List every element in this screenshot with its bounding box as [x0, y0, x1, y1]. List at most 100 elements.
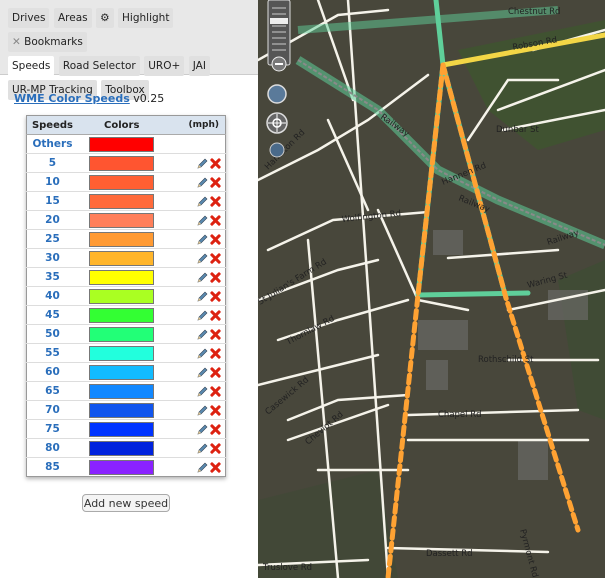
tab-bookmarks[interactable]: ✕ Bookmarks: [8, 32, 87, 52]
bookmarks-icon: ✕: [12, 36, 21, 48]
tab-drives[interactable]: Drives: [8, 8, 50, 28]
add-new-speed-button[interactable]: Add new speed: [82, 494, 170, 512]
table-row: 75: [26, 419, 226, 439]
tab-bar: Drives Areas ⚙ Highlight ✕ Bookmarks Spe…: [0, 0, 258, 100]
delete-icon[interactable]: [210, 405, 221, 416]
edit-pencil-icon[interactable]: [196, 272, 208, 284]
label-dunbar: Dunbar St: [496, 125, 540, 135]
script-name-link[interactable]: WME Color Speeds: [14, 92, 130, 105]
actions-cell: [165, 210, 226, 230]
delete-icon[interactable]: [210, 348, 221, 359]
tab-highlight[interactable]: Highlight: [118, 8, 174, 28]
color-cell: [77, 419, 166, 439]
color-cell: [77, 172, 166, 192]
globe-icon[interactable]: [267, 84, 287, 104]
color-swatch[interactable]: [89, 193, 155, 209]
edit-pencil-icon[interactable]: [196, 329, 208, 341]
speed-value: 5: [26, 153, 78, 173]
color-swatch[interactable]: [89, 288, 155, 304]
tab-road-selector[interactable]: Road Selector: [58, 56, 140, 76]
color-swatch[interactable]: [89, 250, 155, 266]
speed-value: 30: [26, 248, 78, 268]
delete-icon[interactable]: [210, 291, 221, 302]
zoom-slider[interactable]: [267, 0, 291, 66]
color-swatch[interactable]: [89, 383, 155, 399]
speed-value: 50: [26, 324, 78, 344]
edit-pencil-icon[interactable]: [196, 443, 208, 455]
edit-pencil-icon[interactable]: [196, 424, 208, 436]
color-swatch[interactable]: [89, 421, 155, 437]
delete-icon[interactable]: [210, 424, 221, 435]
edit-pencil-icon[interactable]: [196, 177, 208, 189]
delete-icon[interactable]: [210, 443, 221, 454]
edit-pencil-icon[interactable]: [196, 405, 208, 417]
delete-icon[interactable]: [210, 462, 221, 473]
tab-row-2: Speeds Road Selector URO+ JAI: [8, 56, 252, 80]
edit-pencil-icon[interactable]: [196, 234, 208, 246]
tab-areas[interactable]: Areas: [53, 8, 92, 28]
edit-pencil-icon[interactable]: [196, 253, 208, 265]
color-swatch[interactable]: [89, 136, 155, 152]
color-swatch[interactable]: [89, 231, 155, 247]
edit-pencil-icon[interactable]: [196, 158, 208, 170]
delete-icon[interactable]: [210, 367, 221, 378]
color-swatch[interactable]: [89, 345, 155, 361]
delete-icon[interactable]: [210, 253, 221, 264]
color-cell: [77, 362, 166, 382]
table-row: 70: [26, 400, 226, 420]
tab-settings-gear-icon[interactable]: ⚙: [96, 8, 114, 28]
speed-value: 60: [26, 362, 78, 382]
locate-icon[interactable]: [266, 112, 288, 134]
tab-uro[interactable]: URO+: [144, 56, 185, 76]
color-swatch[interactable]: [89, 326, 155, 342]
tab-jai[interactable]: JAI: [188, 56, 210, 76]
zoom-out-icon[interactable]: [271, 56, 287, 72]
color-cell: [77, 267, 166, 287]
color-cell: [77, 343, 166, 363]
table-row: 60: [26, 362, 226, 382]
edit-pencil-icon[interactable]: [196, 215, 208, 227]
table-row: 35: [26, 267, 226, 287]
delete-icon[interactable]: [210, 177, 221, 188]
color-swatch[interactable]: [89, 364, 155, 380]
color-swatch[interactable]: [89, 459, 155, 475]
delete-icon[interactable]: [210, 386, 221, 397]
actions-cell: [165, 419, 226, 439]
speed-value: 45: [26, 305, 78, 325]
speed-value: 15: [26, 191, 78, 211]
color-swatch[interactable]: [89, 174, 155, 190]
script-version: v0.25: [133, 92, 165, 105]
actions-cell: [165, 400, 226, 420]
color-swatch[interactable]: [89, 402, 155, 418]
table-row: Others: [26, 134, 226, 154]
edit-pencil-icon[interactable]: [196, 462, 208, 474]
street-view-icon[interactable]: [269, 142, 285, 158]
delete-icon[interactable]: [210, 272, 221, 283]
delete-icon[interactable]: [210, 196, 221, 207]
color-swatch[interactable]: [89, 307, 155, 323]
delete-icon[interactable]: [210, 329, 221, 340]
actions-cell: [165, 134, 226, 154]
edit-pencil-icon[interactable]: [196, 196, 208, 208]
edit-pencil-icon[interactable]: [196, 367, 208, 379]
edit-pencil-icon[interactable]: [196, 291, 208, 303]
delete-icon[interactable]: [210, 158, 221, 169]
actions-cell: [165, 248, 226, 268]
delete-icon[interactable]: [210, 215, 221, 226]
table-row: 40: [26, 286, 226, 306]
speed-value: 85: [26, 457, 78, 477]
speed-rows: Others 5 10 15 20 25 30 35 40 45 50 55 60 65 70 75 80 85: [26, 134, 226, 477]
edit-pencil-icon[interactable]: [196, 310, 208, 322]
color-swatch[interactable]: [89, 440, 155, 456]
color-cell: [77, 286, 166, 306]
color-swatch[interactable]: [89, 155, 155, 171]
map-view[interactable]: Chestnut Rd Robson Rd Railway Dunbar St …: [258, 0, 605, 578]
color-swatch[interactable]: [89, 269, 155, 285]
actions-cell: [165, 191, 226, 211]
delete-icon[interactable]: [210, 234, 221, 245]
color-swatch[interactable]: [89, 212, 155, 228]
tab-speeds[interactable]: Speeds: [8, 56, 55, 76]
edit-pencil-icon[interactable]: [196, 348, 208, 360]
edit-pencil-icon[interactable]: [196, 386, 208, 398]
delete-icon[interactable]: [210, 310, 221, 321]
